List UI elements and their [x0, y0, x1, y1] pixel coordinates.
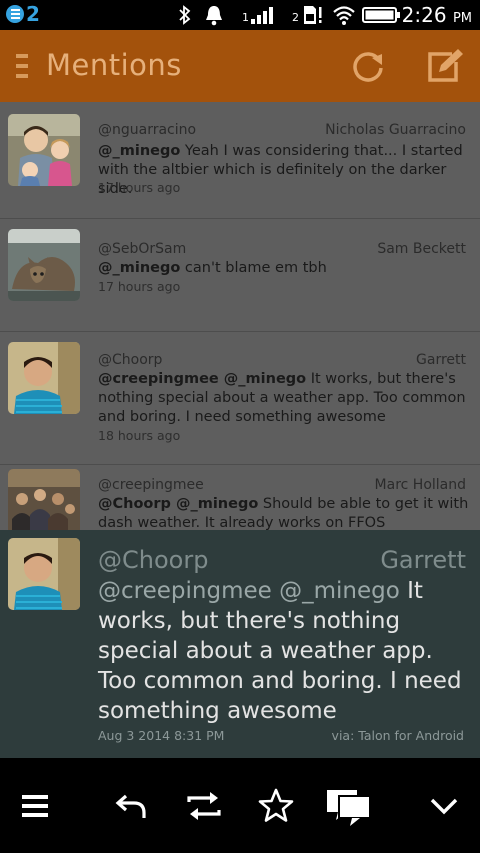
expanded-mentions[interactable]: @creepingmee @_minego: [98, 578, 400, 604]
tweet-row[interactable]: @nguarracino Nicholas Guarracino @_mineg…: [0, 102, 480, 219]
collapse-icon[interactable]: [424, 786, 464, 826]
compose-icon[interactable]: [424, 46, 464, 86]
bottom-toolbar: [0, 758, 480, 853]
tweet-screen-name: @nguarracino: [98, 122, 197, 138]
sim-icon: [304, 6, 322, 24]
expanded-date: Aug 3 2014 8:31 PM: [98, 728, 225, 743]
sim1-label: 1: [242, 11, 249, 24]
avatar[interactable]: [8, 469, 80, 530]
expanded-name: Garrett: [380, 546, 466, 574]
tweet-name: Nicholas Guarracino: [325, 122, 466, 138]
battery-icon: [362, 7, 400, 23]
mentions-timeline[interactable]: @nguarracino Nicholas Guarracino @_mineg…: [0, 102, 480, 530]
conversation-icon[interactable]: [326, 786, 372, 826]
expanded-screen-name: @Choorp: [98, 546, 209, 574]
signal-icon: [251, 7, 273, 24]
tweet-text: @creepingmee @_minego It works, but ther…: [98, 371, 466, 425]
avatar[interactable]: [8, 538, 80, 610]
retweet-icon[interactable]: [184, 786, 224, 826]
tweet-screen-name: @creepingmee: [98, 477, 204, 493]
tweet-time: 17 hours ago: [98, 279, 181, 294]
clock: 2:26 PM: [401, 3, 472, 27]
tweet-mentions[interactable]: @Choorp @_minego: [98, 496, 258, 512]
tweet-name: Marc Holland: [374, 477, 466, 493]
expanded-tweet[interactable]: @Choorp Garrett @creepingmee @_minego It…: [0, 530, 480, 758]
avatar[interactable]: [8, 229, 80, 301]
reply-icon[interactable]: [112, 786, 152, 826]
wifi-icon: [333, 6, 355, 25]
action-bar: Mentions: [0, 30, 480, 102]
tweet-row[interactable]: @SebOrSam Sam Beckett @_minego can't bla…: [0, 219, 480, 332]
drawer-icon[interactable]: [16, 54, 28, 84]
tweet-mentions[interactable]: @_minego: [98, 143, 180, 159]
sim2-label: 2: [292, 11, 299, 24]
tweet-row[interactable]: @Choorp Garrett @creepingmee @_minego It…: [0, 332, 480, 465]
tweet-mentions[interactable]: @_minego: [98, 260, 180, 276]
avatar[interactable]: [8, 114, 80, 186]
tweet-name: Sam Beckett: [377, 241, 466, 257]
avatar[interactable]: [8, 342, 80, 414]
notification-count: 2: [26, 2, 40, 26]
bluetooth-icon: [179, 5, 191, 25]
alarm-icon: [206, 6, 222, 26]
tweet-row[interactable]: @creepingmee Marc Holland @Choorp @_mine…: [0, 465, 480, 530]
tweet-name: Garrett: [416, 352, 466, 368]
expanded-text: @creepingmee @_minego It works, but ther…: [98, 578, 462, 724]
page-title: Mentions: [46, 48, 182, 82]
talon-notification-icon: [6, 5, 24, 23]
tweet-text: @_minego can't blame em tbh: [98, 260, 327, 276]
favorite-icon[interactable]: [256, 786, 296, 826]
tweet-screen-name: @Choorp: [98, 352, 163, 368]
tweet-text: @Choorp @_minego Should be able to get i…: [98, 496, 469, 530]
tweet-time: 17 hours ago: [98, 180, 181, 195]
expanded-via: via: Talon for Android: [331, 728, 464, 743]
tweet-screen-name: @SebOrSam: [98, 241, 187, 257]
menu-icon[interactable]: [16, 786, 56, 826]
status-bar: 2 1 2 2:26 PM: [0, 0, 480, 30]
tweet-mentions[interactable]: @creepingmee @_minego: [98, 371, 306, 387]
refresh-icon[interactable]: [348, 46, 388, 86]
tweet-time: 18 hours ago: [98, 428, 181, 443]
